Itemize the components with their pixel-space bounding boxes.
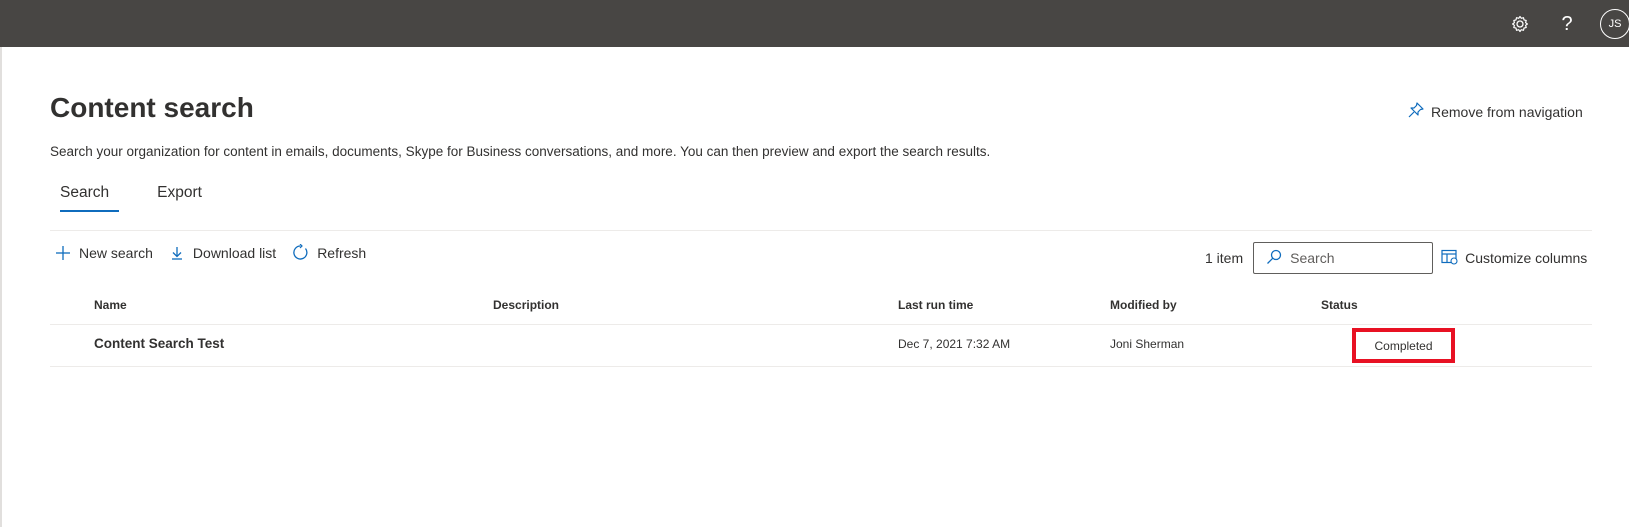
- customize-columns-button[interactable]: Customize columns: [1441, 249, 1587, 268]
- gear-icon[interactable]: [1504, 8, 1536, 40]
- column-header-status[interactable]: Status: [1321, 298, 1358, 312]
- column-header-name[interactable]: Name: [94, 298, 127, 312]
- tab-export[interactable]: Export: [147, 184, 212, 212]
- row-modified-by: Joni Sherman: [1110, 337, 1185, 351]
- unpin-icon: [1408, 102, 1424, 121]
- new-search-label: New search: [79, 244, 153, 261]
- top-bar: ? JS: [0, 0, 1629, 47]
- plus-icon: [55, 245, 71, 261]
- column-header-last-run-time[interactable]: Last run time: [898, 298, 973, 312]
- new-search-button[interactable]: New search: [55, 245, 153, 261]
- row-status: Completed: [1374, 338, 1433, 353]
- refresh-icon: [292, 244, 309, 261]
- download-list-label: Download list: [192, 244, 277, 261]
- tabs-divider: [50, 230, 1592, 231]
- page-title: Content search: [50, 92, 254, 123]
- download-icon: [169, 245, 185, 261]
- row-last-run-time: Dec 7, 2021 7:32 AM: [898, 337, 1011, 351]
- row-name[interactable]: Content Search Test: [94, 336, 224, 351]
- column-header-description[interactable]: Description: [493, 298, 559, 312]
- item-count: 1 item: [1205, 250, 1244, 266]
- columns-icon: [1441, 249, 1458, 268]
- tab-search[interactable]: Search: [50, 184, 120, 212]
- command-bar: New search Download list Refresh: [55, 244, 382, 261]
- help-icon[interactable]: ?: [1551, 8, 1583, 40]
- refresh-button[interactable]: Refresh: [292, 244, 366, 261]
- search-placeholder: Search: [1290, 250, 1335, 266]
- refresh-label: Refresh: [317, 244, 367, 261]
- remove-from-navigation-label: Remove from navigation: [1431, 103, 1583, 120]
- customize-columns-label: Customize columns: [1465, 250, 1588, 266]
- status-highlight: Completed: [1352, 328, 1455, 363]
- search-input[interactable]: Search: [1253, 242, 1434, 274]
- search-icon: [1266, 249, 1282, 268]
- column-header-modified-by[interactable]: Modified by: [1110, 298, 1177, 312]
- tab-list: Search Export: [50, 184, 212, 212]
- right-command-group: 1 item Search Customize columns: [1205, 242, 1587, 274]
- download-list-button[interactable]: Download list: [169, 245, 276, 261]
- remove-from-navigation-button[interactable]: Remove from navigation: [1408, 102, 1583, 121]
- avatar[interactable]: JS: [1600, 9, 1629, 39]
- page-description: Search your organization for content in …: [50, 144, 991, 159]
- table-header: Name Description Last run time Modified …: [50, 290, 1592, 324]
- left-divider: [0, 47, 2, 527]
- table-row[interactable]: Content Search Test Dec 7, 2021 7:32 AM …: [50, 324, 1592, 367]
